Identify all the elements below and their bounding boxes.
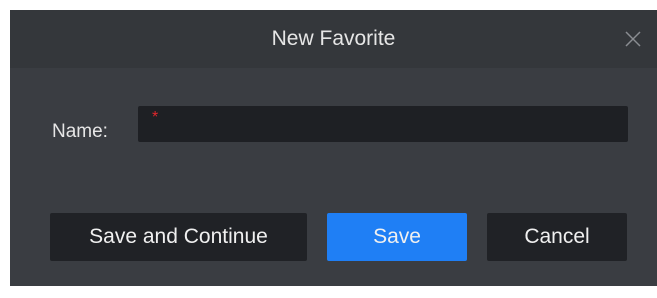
dialog-title: New Favorite bbox=[271, 27, 396, 50]
name-input[interactable] bbox=[138, 106, 628, 142]
name-field-wrapper: * bbox=[138, 106, 628, 142]
dialog-titlebar: New Favorite bbox=[10, 10, 657, 68]
cancel-button[interactable]: Cancel bbox=[487, 213, 627, 261]
close-button[interactable] bbox=[623, 29, 643, 49]
close-icon bbox=[625, 31, 641, 47]
new-favorite-dialog: New Favorite Name: * Save and Continue S… bbox=[10, 10, 657, 286]
save-and-continue-button[interactable]: Save and Continue bbox=[50, 213, 307, 261]
name-label: Name: bbox=[52, 121, 108, 142]
save-button[interactable]: Save bbox=[327, 213, 467, 261]
